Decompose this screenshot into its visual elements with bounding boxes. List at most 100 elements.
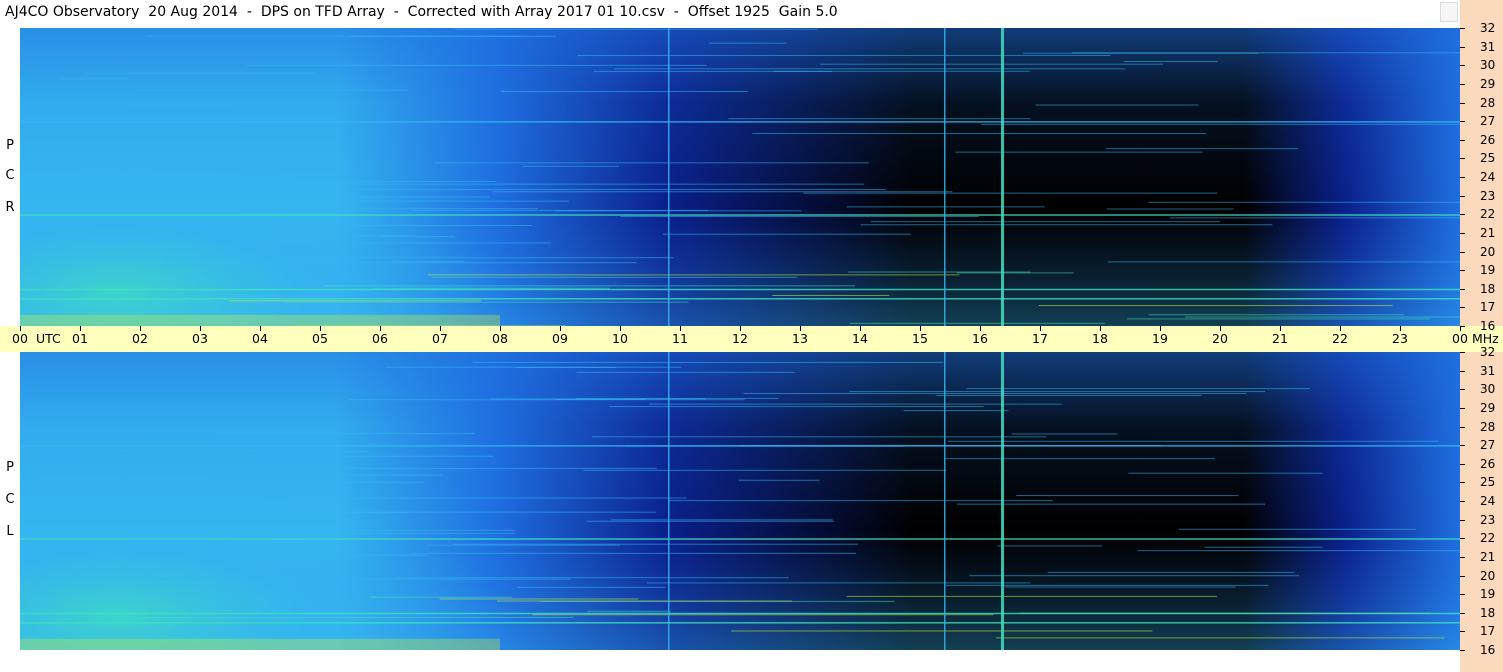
utc-tick-text: 19 xyxy=(1152,331,1168,346)
utc-tick-label: 20 xyxy=(1212,326,1228,347)
utc-tick-mark xyxy=(980,326,981,331)
rfi-streak xyxy=(1023,52,1259,54)
rfi-streak xyxy=(946,584,1269,586)
frequency-tick-mark xyxy=(1460,326,1465,327)
rfi-streak xyxy=(1106,148,1299,150)
frequency-tick-label: 17 xyxy=(1480,624,1496,639)
utc-tick-label: 06 xyxy=(372,326,388,347)
utc-tick-text: 06 xyxy=(372,331,388,346)
frequency-tick-mark xyxy=(1460,519,1465,521)
utc-tick-label: 01 xyxy=(72,326,88,347)
frequency-tick-mark xyxy=(1460,232,1465,234)
frequency-tick-label: 20 xyxy=(1480,568,1496,583)
rfi-streak xyxy=(380,236,455,238)
lcp-letter: P xyxy=(6,460,14,475)
rfi-streak xyxy=(981,123,1460,125)
rfi-streak xyxy=(997,545,1102,547)
utc-tick-mark xyxy=(140,326,141,331)
utc-tick-text: 03 xyxy=(192,331,208,346)
utc-tick-text: 18 xyxy=(1092,331,1108,346)
vertical-interference-line xyxy=(944,28,946,326)
rfi-streak xyxy=(164,257,674,259)
rfi-streak xyxy=(649,403,1062,405)
utc-tick-text: 09 xyxy=(552,331,568,346)
horizontal-band xyxy=(20,214,1460,216)
utc-tick-label: 10 xyxy=(612,326,628,347)
frequency-tick-mark xyxy=(1460,407,1465,409)
frequency-tick-mark xyxy=(1460,612,1465,614)
frequency-tick-label: 26 xyxy=(1480,132,1496,147)
rfi-streak xyxy=(432,276,798,278)
utc-tick-label: 16 xyxy=(972,326,988,347)
utc-tick-mark xyxy=(440,326,441,331)
rfi-streak xyxy=(236,234,415,236)
frequency-tick-mark xyxy=(1460,214,1465,216)
rfi-streak xyxy=(324,285,856,287)
window-corner-button[interactable] xyxy=(1440,2,1458,22)
frequency-tick-mark xyxy=(1460,575,1465,577)
rcp-spectrogram xyxy=(20,28,1460,326)
utc-tick-text: 05 xyxy=(312,331,328,346)
frequency-tick-mark xyxy=(1460,482,1465,484)
rfi-streak xyxy=(662,233,911,235)
utc-tick-label: 22 xyxy=(1332,326,1348,347)
utc-tick-text: 16 xyxy=(972,331,988,346)
utc-tick-mark xyxy=(800,326,801,331)
rfi-streak xyxy=(669,500,1053,502)
vertical-interference-line xyxy=(668,352,670,650)
rfi-streak xyxy=(1178,528,1417,530)
lcp-spectrogram xyxy=(20,352,1460,650)
frequency-tick-label: 22 xyxy=(1480,207,1496,222)
rfi-streak xyxy=(260,196,490,198)
utc-tick-text: 02 xyxy=(132,331,148,346)
rfi-streak xyxy=(1148,314,1404,316)
frequency-tick-label: 30 xyxy=(1480,58,1496,73)
rfi-streak xyxy=(1128,472,1323,474)
vertical-interference-line xyxy=(1001,28,1004,326)
frequency-tick-label: 27 xyxy=(1480,438,1496,453)
rfi-streak xyxy=(369,596,513,598)
rfi-streak xyxy=(1035,104,1199,106)
rfi-streak xyxy=(1107,261,1460,263)
utc-tick-label: 23 xyxy=(1392,326,1408,347)
frequency-tick-mark xyxy=(1460,251,1465,253)
rfi-streak xyxy=(903,410,1009,412)
rfi-streak xyxy=(752,132,1206,134)
utc-tick-text: 12 xyxy=(732,331,748,346)
utc-tick-label: 12 xyxy=(732,326,748,347)
horizontal-band xyxy=(20,121,1460,123)
frequency-tick-label: 18 xyxy=(1480,281,1496,296)
rfi-streak xyxy=(110,554,429,556)
rfi-streak xyxy=(955,151,1203,153)
rfi-streak xyxy=(180,224,533,226)
frequency-tick-label: 20 xyxy=(1480,244,1496,259)
rfi-streak xyxy=(213,474,443,476)
rfi-streak xyxy=(773,70,1030,72)
frequency-tick-label: 24 xyxy=(1480,494,1496,508)
rcp-spectrogram-svg xyxy=(20,28,1460,326)
rfi-streak xyxy=(452,543,859,545)
utc-tick-mark xyxy=(920,326,921,331)
rfi-streak xyxy=(373,287,610,289)
frequency-tick-label: 25 xyxy=(1480,151,1496,166)
rcp-panel-label: P C R xyxy=(0,28,20,326)
rfi-streak xyxy=(496,600,792,602)
frequency-tick-mark xyxy=(1460,307,1465,309)
rcp-letter: C xyxy=(5,168,15,183)
rfi-streak xyxy=(1038,305,1393,307)
utc-tick-mark xyxy=(260,326,261,331)
frequency-tick-label: 17 xyxy=(1480,300,1496,315)
rfi-streak xyxy=(228,300,481,302)
utc-tick-mark xyxy=(20,326,21,331)
utc-tick-mark xyxy=(380,326,381,331)
rfi-streak xyxy=(614,68,1126,70)
rfi-streak xyxy=(90,220,357,222)
rfi-streak xyxy=(396,577,789,579)
rfi-streak xyxy=(356,188,886,190)
rfi-streak xyxy=(22,125,236,127)
low-frequency-noise xyxy=(20,314,500,326)
frequency-tick-mark xyxy=(1460,463,1465,465)
horizontal-band xyxy=(20,298,1460,300)
utc-tick-mark xyxy=(740,326,741,331)
utc-tick-mark xyxy=(1340,326,1341,331)
